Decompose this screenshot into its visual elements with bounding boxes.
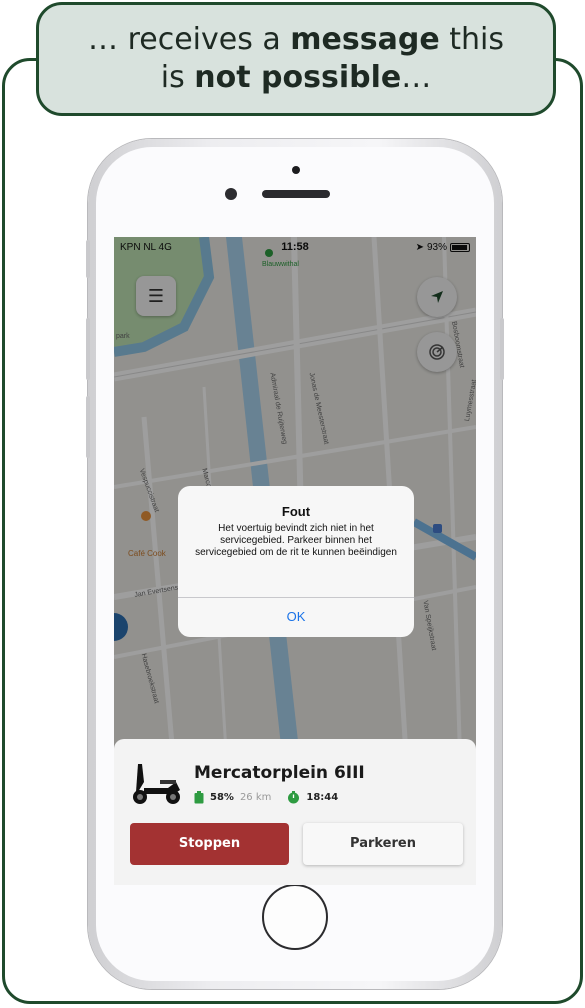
- scooter-address: Mercatorplein 6III: [194, 763, 365, 783]
- caption-text: this: [439, 22, 504, 57]
- scooter-battery: 58%: [210, 792, 234, 803]
- scooter-icon: [133, 764, 180, 804]
- volume-down-button: [86, 396, 90, 458]
- proximity-sensor: [292, 166, 300, 174]
- mute-switch: [86, 240, 90, 278]
- volume-up-button: [86, 318, 90, 380]
- alert-title: Fout: [281, 504, 311, 519]
- scooter-range: 26 km: [239, 792, 272, 803]
- alert-ok-button[interactable]: OK: [178, 597, 414, 637]
- caption-line-2: is not possible…: [161, 59, 431, 97]
- caption-text: …: [401, 60, 432, 95]
- front-camera: [225, 188, 237, 200]
- home-button[interactable]: [262, 884, 328, 950]
- stopwatch-icon: [288, 791, 300, 804]
- caption-banner: … receives a message this is not possibl…: [36, 2, 556, 116]
- error-alert: Fout Het voertuig bevindt zich niet in h…: [178, 486, 414, 637]
- caption-text: … receives a: [88, 22, 291, 57]
- park-button[interactable]: Parkeren: [303, 823, 463, 865]
- power-button: [500, 318, 504, 380]
- caption-line-1: … receives a message this: [88, 21, 504, 59]
- phone-screen: Blauwwithal park Café Cook Admiraal de R…: [114, 237, 476, 885]
- caption-text: is: [160, 60, 195, 95]
- ride-time: 18:44: [306, 792, 339, 803]
- ride-meta: 58% 26 km 18:44: [194, 791, 338, 804]
- earpiece-speaker: [262, 190, 330, 198]
- ride-sheet: Mercatorplein 6III 58% 26 km 18:44 Stopp…: [114, 739, 476, 885]
- stop-button[interactable]: Stoppen: [130, 823, 289, 865]
- battery-level-icon: [194, 791, 204, 804]
- caption-bold: not possible: [194, 60, 402, 95]
- caption-bold: message: [290, 22, 440, 57]
- alert-message: Het voertuig bevindt zich niet in het se…: [195, 523, 397, 558]
